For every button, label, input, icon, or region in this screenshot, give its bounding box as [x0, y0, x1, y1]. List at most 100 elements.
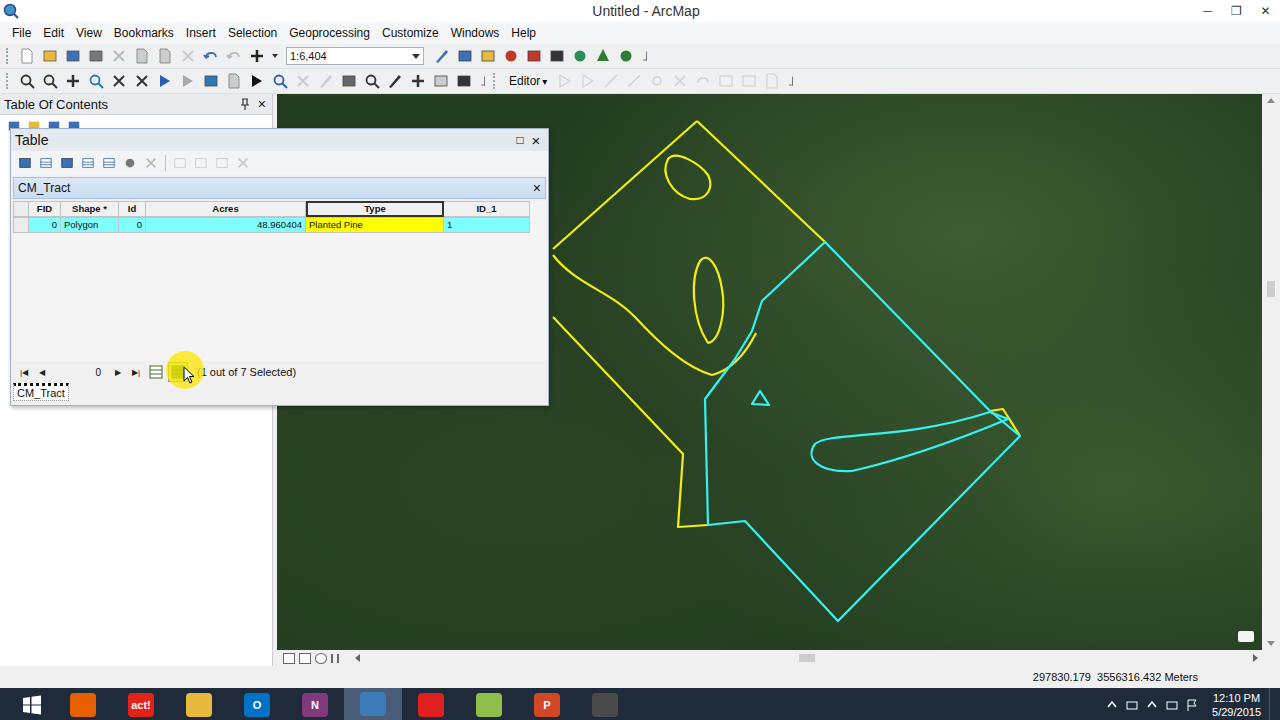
tool-button[interactable]: [431, 45, 453, 67]
tool-button[interactable]: [154, 70, 176, 92]
tool-button[interactable]: [177, 70, 199, 92]
taskbar-app-button[interactable]: [54, 688, 112, 720]
tool-button[interactable]: [246, 45, 268, 67]
scroll-down-icon[interactable]: [1267, 641, 1275, 646]
table-cell[interactable]: 48.960404: [146, 217, 306, 233]
tray-button[interactable]: [1162, 698, 1182, 712]
tool-button[interactable]: [62, 70, 84, 92]
toolbar-overflow[interactable]: [481, 77, 485, 86]
tray-button[interactable]: [1122, 698, 1142, 712]
table-window-title-bar[interactable]: Table□×: [11, 129, 548, 151]
refresh-icon[interactable]: [315, 653, 327, 664]
tool-button[interactable]: [554, 70, 576, 92]
tool-button[interactable]: [223, 45, 245, 67]
table-tool-button[interactable]: [170, 153, 190, 173]
tract-polygon[interactable]: [553, 121, 1020, 527]
dropdown-arrow-icon[interactable]: [412, 54, 420, 59]
scroll-track[interactable]: [1262, 103, 1280, 641]
vertical-scrollbar[interactable]: [1262, 94, 1280, 650]
tool-button[interactable]: [177, 45, 199, 67]
menu-item[interactable]: Windows: [445, 24, 506, 42]
taskbar-app-button[interactable]: act!: [112, 688, 170, 720]
scroll-left-icon[interactable]: [355, 654, 360, 662]
table-cell[interactable]: 0: [119, 217, 146, 233]
tool-button[interactable]: [384, 70, 406, 92]
table-cell[interactable]: Planted Pine: [306, 217, 444, 233]
tool-button[interactable]: [85, 45, 107, 67]
close-button[interactable]: ×: [528, 132, 544, 149]
tool-button[interactable]: [615, 45, 637, 67]
horizontal-scrollbar[interactable]: [355, 654, 1280, 662]
scale-value[interactable]: 1:6,404: [290, 50, 327, 62]
show-records-toggle[interactable]: [169, 363, 187, 381]
tool-button[interactable]: [761, 70, 783, 92]
table-tool-button[interactable]: [120, 153, 140, 173]
selected-polygon[interactable]: [705, 242, 1020, 621]
table-cell[interactable]: 1: [444, 217, 530, 233]
toolbar-overflow[interactable]: [643, 52, 647, 61]
taskbar-app-button[interactable]: [576, 688, 634, 720]
tool-button[interactable]: [131, 70, 153, 92]
pin-icon[interactable]: [240, 98, 250, 110]
window-control-button[interactable]: ✕: [1251, 1, 1280, 21]
nav-previous-button[interactable]: ◀: [35, 368, 49, 377]
scroll-track[interactable]: [364, 654, 1249, 662]
tool-button[interactable]: [338, 70, 360, 92]
taskbar-app-button[interactable]: O: [228, 688, 286, 720]
scroll-up-icon[interactable]: [1267, 98, 1275, 103]
tool-button[interactable]: [477, 45, 499, 67]
toolbar-overflow[interactable]: [789, 77, 793, 86]
add-data-dropdown[interactable]: [272, 54, 278, 58]
tool-button[interactable]: [39, 45, 61, 67]
table-tool-button[interactable]: [191, 153, 211, 173]
tool-button[interactable]: [223, 70, 245, 92]
tool-button[interactable]: [200, 45, 222, 67]
menu-item[interactable]: Geoprocessing: [283, 24, 376, 42]
row-selector[interactable]: [13, 217, 29, 233]
tool-button[interactable]: [569, 45, 591, 67]
tool-button[interactable]: [669, 70, 691, 92]
tray-button[interactable]: [1182, 698, 1202, 712]
tray-button[interactable]: [1142, 698, 1162, 712]
column-header[interactable]: Id: [119, 201, 146, 217]
menu-item[interactable]: Bookmarks: [108, 24, 180, 42]
taskbar-app-button[interactable]: [170, 688, 228, 720]
table-tool-button[interactable]: [57, 153, 77, 173]
start-button[interactable]: [10, 688, 54, 720]
tool-button[interactable]: [454, 45, 476, 67]
table-tab[interactable]: CM_Tract: [13, 383, 69, 401]
table-cell[interactable]: 0: [29, 217, 61, 233]
table-tool-button[interactable]: [141, 153, 161, 173]
toolbar-grip[interactable]: [493, 73, 498, 89]
toolbar-grip[interactable]: [6, 48, 11, 64]
tool-button[interactable]: [16, 70, 38, 92]
table-tab-close-button[interactable]: ×: [533, 180, 541, 196]
table-tool-button[interactable]: [99, 153, 119, 173]
table-cell[interactable]: Polygon: [61, 217, 119, 233]
record-number[interactable]: 0: [53, 367, 107, 378]
window-control-button[interactable]: ❐: [1222, 1, 1251, 21]
tool-button[interactable]: [62, 45, 84, 67]
taskbar-app-button[interactable]: N: [286, 688, 344, 720]
taskbar-app-button[interactable]: [402, 688, 460, 720]
menu-item[interactable]: Edit: [37, 24, 70, 42]
tool-button[interactable]: [108, 45, 130, 67]
clock[interactable]: 12:10 PM5/29/2015: [1212, 691, 1261, 719]
maximize-button[interactable]: □: [512, 133, 528, 147]
taskbar-app-button[interactable]: [460, 688, 518, 720]
taskbar-app-button[interactable]: P: [518, 688, 576, 720]
taskbar-app-button[interactable]: [344, 688, 402, 720]
scroll-thumb[interactable]: [799, 654, 815, 662]
tool-button[interactable]: [246, 70, 268, 92]
menu-item[interactable]: View: [70, 24, 108, 42]
tool-button[interactable]: [692, 70, 714, 92]
editor-arrow[interactable]: ▾: [542, 76, 547, 87]
tool-button[interactable]: [592, 45, 614, 67]
tool-button[interactable]: [600, 70, 622, 92]
nav-next-button[interactable]: ▶: [111, 368, 125, 377]
table-tool-button[interactable]: [36, 153, 56, 173]
menu-item[interactable]: File: [6, 24, 37, 42]
tool-button[interactable]: [131, 45, 153, 67]
menu-item[interactable]: Customize: [376, 24, 445, 42]
tool-button[interactable]: [546, 45, 568, 67]
